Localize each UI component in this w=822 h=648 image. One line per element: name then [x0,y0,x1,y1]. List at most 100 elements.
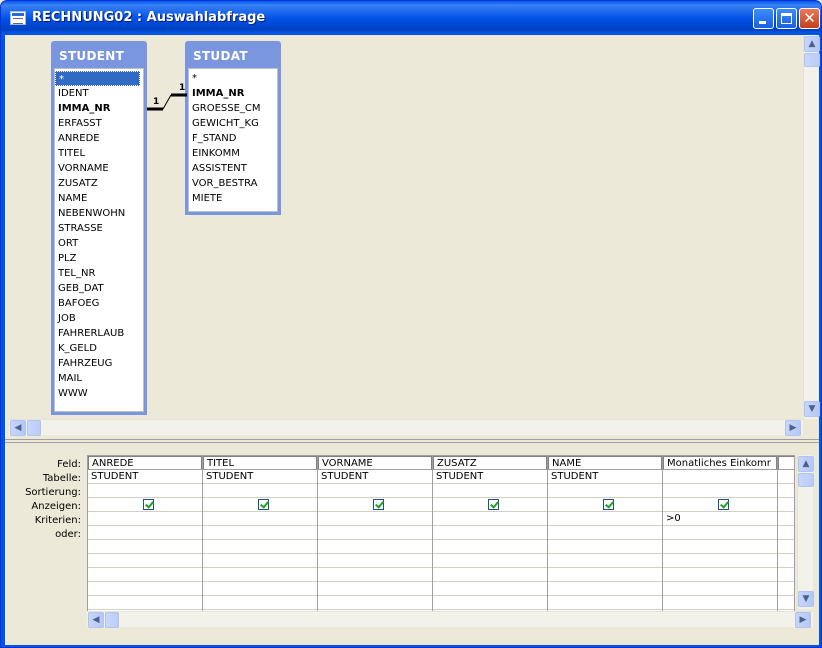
field-item[interactable]: ZUSATZ [55,176,143,191]
grid-cell-empty[interactable] [318,582,432,596]
grid-cell-kriterien[interactable] [203,512,317,526]
grid-column[interactable]: ANREDE STUDENT [88,456,203,624]
grid-cell-anzeigen[interactable] [88,498,202,512]
grid-cell-empty[interactable] [88,596,202,610]
field-item[interactable]: NEBENWOHN [55,206,143,221]
grid-cell-feld[interactable]: Monatliches Einkomr [663,456,777,470]
grid-cell-sortierung[interactable] [663,484,777,498]
relationship-join-line[interactable]: 1 1 [147,75,187,115]
scroll-up-button[interactable]: ▲ [798,456,814,472]
grid-cell-tabelle[interactable]: STUDENT [548,470,662,484]
grid-cell-empty[interactable] [88,582,202,596]
grid-cell-empty[interactable] [663,596,777,610]
grid-cell-oder[interactable] [318,526,432,540]
grid-cell-tabelle[interactable]: STUDENT [88,470,202,484]
field-item[interactable]: F_STAND [189,131,277,146]
scroll-down-button[interactable]: ▼ [798,591,814,607]
grid-cell-oder[interactable] [548,526,662,540]
grid-cell-tabelle[interactable]: STUDENT [433,470,547,484]
grid-cell-empty[interactable] [318,568,432,582]
grid-cell-oder[interactable] [778,526,794,540]
grid-column[interactable]: NAME STUDENT [548,456,663,624]
grid-cell-sortierung[interactable] [318,484,432,498]
grid-cell-empty[interactable] [433,540,547,554]
field-item[interactable]: GEB_DAT [55,281,143,296]
grid-cell-feld[interactable]: TITEL [203,456,317,470]
grid-cell-feld[interactable]: ANREDE [88,456,202,470]
query-icon[interactable] [10,11,26,25]
grid-cell-kriterien[interactable] [318,512,432,526]
scroll-right-button[interactable]: ▶ [785,420,801,436]
minimize-button[interactable] [753,8,774,29]
field-list-title[interactable]: STUDAT [188,44,278,68]
grid-cell-empty[interactable] [318,596,432,610]
grid-cell-empty[interactable] [778,554,794,568]
scroll-up-button[interactable]: ▲ [804,36,820,52]
grid-cell-feld[interactable] [778,456,794,470]
grid-cell-empty[interactable] [548,582,662,596]
grid-cell-anzeigen[interactable] [318,498,432,512]
field-item[interactable]: * [189,71,277,86]
grid-cell-feld[interactable]: VORNAME [318,456,432,470]
show-checkbox[interactable] [373,499,384,510]
field-item[interactable]: PLZ [55,251,143,266]
maximize-button[interactable] [776,8,797,29]
scroll-left-button[interactable]: ◀ [10,420,26,436]
field-item[interactable]: GEWICHT_KG [189,116,277,131]
diagram-vertical-scrollbar[interactable]: ▲ ▼ [803,35,820,419]
grid-cell-empty[interactable] [433,582,547,596]
grid-cell-kriterien[interactable] [88,512,202,526]
grid-cell-kriterien[interactable]: >0 [663,512,777,526]
grid-cell-oder[interactable] [88,526,202,540]
field-item[interactable]: ORT [55,236,143,251]
grid-cell-anzeigen[interactable] [433,498,547,512]
field-list-student[interactable]: STUDENT * IDENT IMMA_NR ERFASST ANREDE TITEL V… [51,41,147,415]
grid-cell-tabelle[interactable]: STUDENT [203,470,317,484]
scroll-left-button[interactable]: ◀ [88,612,104,628]
field-item[interactable]: IMMA_NR [55,101,143,116]
grid-cell-oder[interactable] [433,526,547,540]
grid-cell-empty[interactable] [88,540,202,554]
grid-column[interactable] [778,456,794,624]
grid-cell-empty[interactable] [203,554,317,568]
field-item[interactable]: WWW [55,386,143,401]
field-item[interactable]: STRASSE [55,221,143,236]
grid-cell-empty[interactable] [778,582,794,596]
field-item[interactable]: VOR_BESTRA [189,176,277,191]
diagram-horizontal-scrollbar[interactable]: ◀ ▶ [9,419,803,436]
field-item[interactable]: IMMA_NR [189,86,277,101]
grid-cell-empty[interactable] [663,568,777,582]
title-bar[interactable]: RECHNUNG02 : Auswahlabfrage ✕ [1,1,821,35]
scroll-thumb[interactable] [798,473,814,487]
grid-cell-anzeigen[interactable] [778,498,794,512]
field-item[interactable]: FAHRERLAUB [55,326,143,341]
grid-cell-tabelle[interactable]: STUDENT [318,470,432,484]
grid-cell-feld[interactable]: ZUSATZ [433,456,547,470]
grid-cell-tabelle[interactable] [778,470,794,484]
pane-splitter[interactable] [5,439,819,443]
grid-cell-empty[interactable] [663,554,777,568]
grid-cell-empty[interactable] [548,540,662,554]
scroll-thumb[interactable] [804,53,820,67]
grid-cell-sortierung[interactable] [203,484,317,498]
show-checkbox[interactable] [143,499,154,510]
grid-cell-empty[interactable] [203,568,317,582]
grid-cell-empty[interactable] [318,540,432,554]
grid-column[interactable]: ZUSATZ STUDENT [433,456,548,624]
field-item[interactable]: MIETE [189,191,277,206]
grid-cell-sortierung[interactable] [548,484,662,498]
scroll-thumb[interactable] [27,420,41,436]
field-item[interactable]: GROESSE_CM [189,101,277,116]
grid-cell-oder[interactable] [663,526,777,540]
grid-cell-empty[interactable] [778,596,794,610]
grid-horizontal-scrollbar[interactable]: ◀ ▶ [87,611,813,628]
grid-cell-empty[interactable] [778,568,794,582]
field-item[interactable]: BAFOEG [55,296,143,311]
grid-vertical-scrollbar[interactable]: ▲ ▼ [797,455,814,609]
field-item[interactable]: ERFASST [55,116,143,131]
grid-cell-empty[interactable] [433,554,547,568]
grid-cell-empty[interactable] [548,568,662,582]
field-list-body[interactable]: * IDENT IMMA_NR ERFASST ANREDE TITEL VORNAME ZU… [54,68,144,412]
field-item[interactable]: IDENT [55,86,143,101]
show-checkbox[interactable] [258,499,269,510]
